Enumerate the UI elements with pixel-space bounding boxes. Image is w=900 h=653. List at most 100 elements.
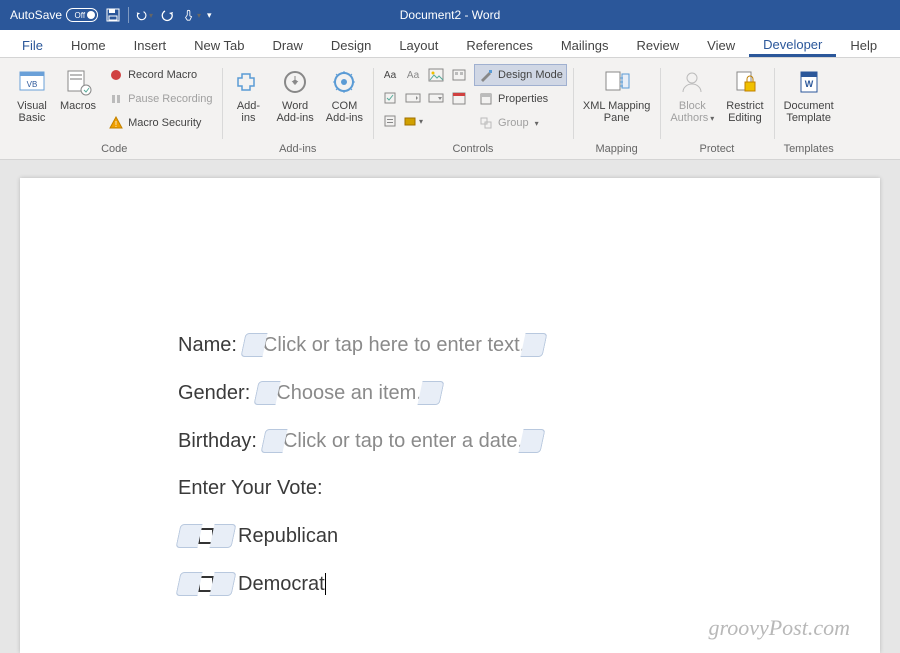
- block-authors-icon: [676, 66, 708, 98]
- record-icon: [108, 67, 124, 83]
- vote-heading: Enter Your Vote:: [178, 477, 722, 500]
- cc-handle-icon[interactable]: [209, 524, 236, 548]
- tab-layout[interactable]: Layout: [385, 34, 452, 57]
- touch-mode-button[interactable]: [183, 6, 201, 24]
- birthday-content-control[interactable]: Click or tap to enter a date.: [263, 429, 543, 453]
- xml-mapping-icon: [601, 66, 633, 98]
- restrict-editing-button[interactable]: Restrict Editing: [722, 64, 767, 126]
- group-addins: Add- ins Word Add-ins COM Add-ins Add-in…: [222, 60, 373, 159]
- rich-text-control-icon[interactable]: Aa: [379, 64, 401, 86]
- xml-mapping-button[interactable]: XML Mapping Pane: [579, 64, 654, 126]
- birthday-placeholder[interactable]: Click or tap to enter a date.: [281, 430, 525, 453]
- window-title: Document2 - Word: [400, 8, 500, 22]
- gender-field-row: Gender: Choose an item.: [178, 381, 722, 405]
- gender-placeholder[interactable]: Choose an item.: [274, 382, 424, 405]
- design-mode-button[interactable]: Design Mode: [474, 64, 567, 86]
- properties-icon: [478, 91, 494, 107]
- cc-handle-icon[interactable]: [175, 524, 202, 548]
- word-addins-button[interactable]: Word Add-ins: [272, 64, 317, 126]
- title-bar: AutoSave Off ▾ Document2 - Word: [0, 0, 900, 30]
- cc-handle-icon[interactable]: [519, 429, 546, 453]
- text-cursor: [325, 573, 326, 595]
- ribbon: VB Visual Basic Macros Record Macro Paus…: [0, 58, 900, 160]
- macro-security-button[interactable]: ! Macro Security: [104, 112, 216, 134]
- group-label-templates: Templates: [784, 141, 834, 159]
- checkbox-control-icon[interactable]: [379, 87, 401, 109]
- autosave-toggle[interactable]: AutoSave Off: [10, 8, 98, 22]
- tab-help[interactable]: Help: [836, 34, 891, 57]
- restrict-editing-icon: [729, 66, 761, 98]
- checkbox-content-control-2[interactable]: [178, 572, 234, 596]
- macros-button[interactable]: Macros: [56, 64, 100, 114]
- ribbon-tabs: File Home Insert New Tab Draw Design Lay…: [0, 30, 900, 58]
- document-template-icon: W: [793, 66, 825, 98]
- dropdown-control-icon[interactable]: [425, 87, 447, 109]
- tab-mailings[interactable]: Mailings: [547, 34, 623, 57]
- datepicker-control-icon[interactable]: [448, 87, 470, 109]
- tab-references[interactable]: References: [452, 34, 546, 57]
- checkbox-content-control-1[interactable]: [178, 524, 234, 548]
- option2-label: Democrat: [238, 573, 325, 596]
- pause-icon: [108, 91, 124, 107]
- tab-newtab[interactable]: New Tab: [180, 34, 258, 57]
- cc-handle-icon[interactable]: [417, 381, 444, 405]
- undo-button[interactable]: [135, 6, 153, 24]
- svg-text:VB: VB: [27, 80, 38, 89]
- plain-text-control-icon[interactable]: Aa: [402, 64, 424, 86]
- cc-handle-icon[interactable]: [209, 572, 236, 596]
- tab-draw[interactable]: Draw: [259, 34, 317, 57]
- tab-review[interactable]: Review: [623, 34, 694, 57]
- picture-control-icon[interactable]: [425, 64, 447, 86]
- record-macro-button[interactable]: Record Macro: [104, 64, 216, 86]
- tab-developer[interactable]: Developer: [749, 33, 836, 57]
- design-mode-icon: [478, 67, 494, 83]
- group-templates: W Document Template Templates: [774, 60, 844, 159]
- com-addins-button[interactable]: COM Add-ins: [322, 64, 367, 126]
- block-authors-button[interactable]: Block Authors: [666, 64, 718, 126]
- birthday-field-row: Birthday: Click or tap to enter a date.: [178, 429, 722, 453]
- name-placeholder[interactable]: Click or tap here to enter text.: [261, 334, 527, 357]
- properties-button[interactable]: Properties: [474, 88, 567, 110]
- vote-option-2: Democrat: [178, 572, 722, 596]
- group-label-protect: Protect: [700, 141, 735, 159]
- security-icon: !: [108, 115, 124, 131]
- document-page[interactable]: Name: Click or tap here to enter text. G…: [20, 178, 880, 653]
- group-button[interactable]: Group: [474, 112, 567, 134]
- tab-home[interactable]: Home: [57, 34, 120, 57]
- cc-handle-icon[interactable]: [175, 572, 202, 596]
- tab-design[interactable]: Design: [317, 34, 385, 57]
- gender-label: Gender:: [178, 382, 250, 405]
- watermark: groovyPost.com: [708, 615, 850, 641]
- addins-icon: [232, 66, 264, 98]
- document-workspace: Name: Click or tap here to enter text. G…: [0, 160, 900, 653]
- name-content-control[interactable]: Click or tap here to enter text.: [243, 333, 545, 357]
- legacy-tools-icon[interactable]: [402, 110, 424, 132]
- macros-icon: [62, 66, 94, 98]
- addins-button[interactable]: Add- ins: [228, 64, 268, 126]
- gender-content-control[interactable]: Choose an item.: [256, 381, 442, 405]
- group-icon: [478, 115, 494, 131]
- qat-customize[interactable]: ▾: [207, 10, 212, 21]
- tab-file[interactable]: File: [8, 34, 57, 57]
- redo-button[interactable]: [159, 6, 177, 24]
- repeating-control-icon[interactable]: [379, 110, 401, 132]
- com-addins-icon: [328, 66, 360, 98]
- word-addins-icon: [279, 66, 311, 98]
- name-label: Name:: [178, 334, 237, 357]
- cc-handle-icon[interactable]: [521, 333, 548, 357]
- group-label-controls: Controls: [452, 141, 493, 159]
- visual-basic-button[interactable]: VB Visual Basic: [12, 64, 52, 126]
- combobox-control-icon[interactable]: [402, 87, 424, 109]
- tab-insert[interactable]: Insert: [120, 34, 181, 57]
- group-label-addins: Add-ins: [279, 141, 316, 159]
- svg-text:!: !: [115, 120, 117, 129]
- document-template-button[interactable]: W Document Template: [780, 64, 838, 126]
- save-icon[interactable]: [104, 6, 122, 24]
- group-label-mapping: Mapping: [596, 141, 638, 159]
- building-block-control-icon[interactable]: [448, 64, 470, 86]
- tab-view[interactable]: View: [693, 34, 749, 57]
- name-field-row: Name: Click or tap here to enter text.: [178, 333, 722, 357]
- vote-option-1: Republican: [178, 524, 722, 548]
- group-code: VB Visual Basic Macros Record Macro Paus…: [6, 60, 222, 159]
- pause-recording-button: Pause Recording: [104, 88, 216, 110]
